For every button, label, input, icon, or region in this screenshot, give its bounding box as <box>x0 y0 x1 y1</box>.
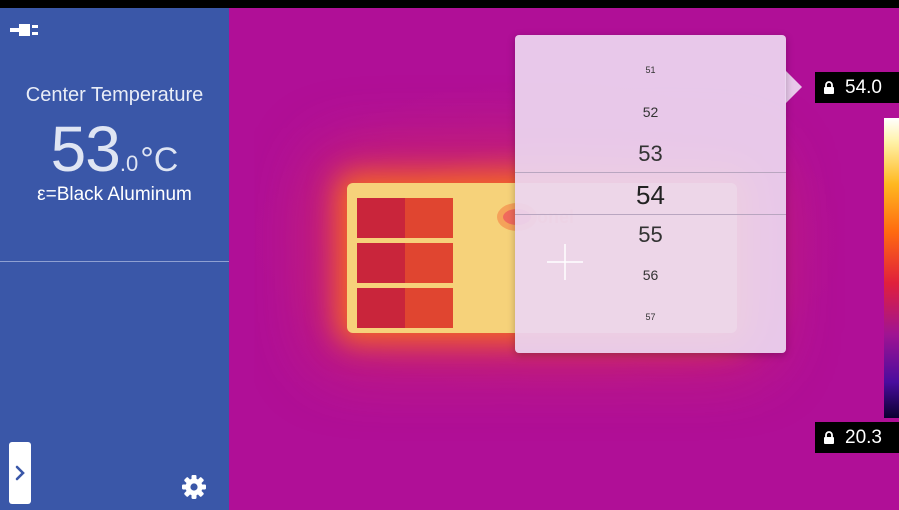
min-temperature-value: 20.3 <box>845 426 882 448</box>
center-temperature-label: Center Temperature <box>25 84 204 106</box>
sidebar-divider <box>0 261 229 262</box>
board-cell <box>357 288 405 328</box>
picker-option[interactable]: 51 <box>515 65 786 75</box>
min-temperature-lock[interactable]: 20.3 <box>815 422 899 453</box>
temperature-limit-picker[interactable]: 51 52 53 54 55 56 57 <box>515 35 786 353</box>
board-cell <box>357 198 405 238</box>
board-cell <box>405 198 453 238</box>
picker-option[interactable]: 52 <box>515 104 786 120</box>
color-scale-bar <box>884 118 899 418</box>
board-cell <box>405 243 453 283</box>
temperature-unit: °C <box>140 141 179 179</box>
plug-icon <box>10 24 38 36</box>
thermal-camera-screen: onel Center Temperature 53.0°C ε=Black A… <box>0 0 899 510</box>
selection-line-top <box>515 172 786 173</box>
crosshair-icon <box>547 244 583 280</box>
picker-option[interactable]: 57 <box>515 312 786 322</box>
expand-sidebar-button[interactable] <box>9 442 31 504</box>
gear-icon[interactable] <box>181 474 207 500</box>
sidebar: Center Temperature 53.0°C ε=Black Alumin… <box>0 8 229 510</box>
board-cell <box>357 243 405 283</box>
max-temperature-value: 54.0 <box>845 76 882 98</box>
lock-icon <box>824 81 834 94</box>
picker-option-selected[interactable]: 54 <box>515 180 786 211</box>
picker-option[interactable]: 53 <box>515 141 786 167</box>
picker-pointer <box>785 70 802 104</box>
chevron-right-icon <box>15 465 25 481</box>
temperature-integer: 53 <box>50 113 121 185</box>
selection-line-bottom <box>515 214 786 215</box>
temperature-decimal: .0 <box>119 151 139 176</box>
lock-icon <box>824 431 834 444</box>
emissivity-label[interactable]: ε=Black Aluminum <box>0 184 229 206</box>
max-temperature-lock[interactable]: 54.0 <box>815 72 899 103</box>
center-temperature-readout: 53.0°C <box>0 112 229 186</box>
board-cell <box>405 288 453 328</box>
